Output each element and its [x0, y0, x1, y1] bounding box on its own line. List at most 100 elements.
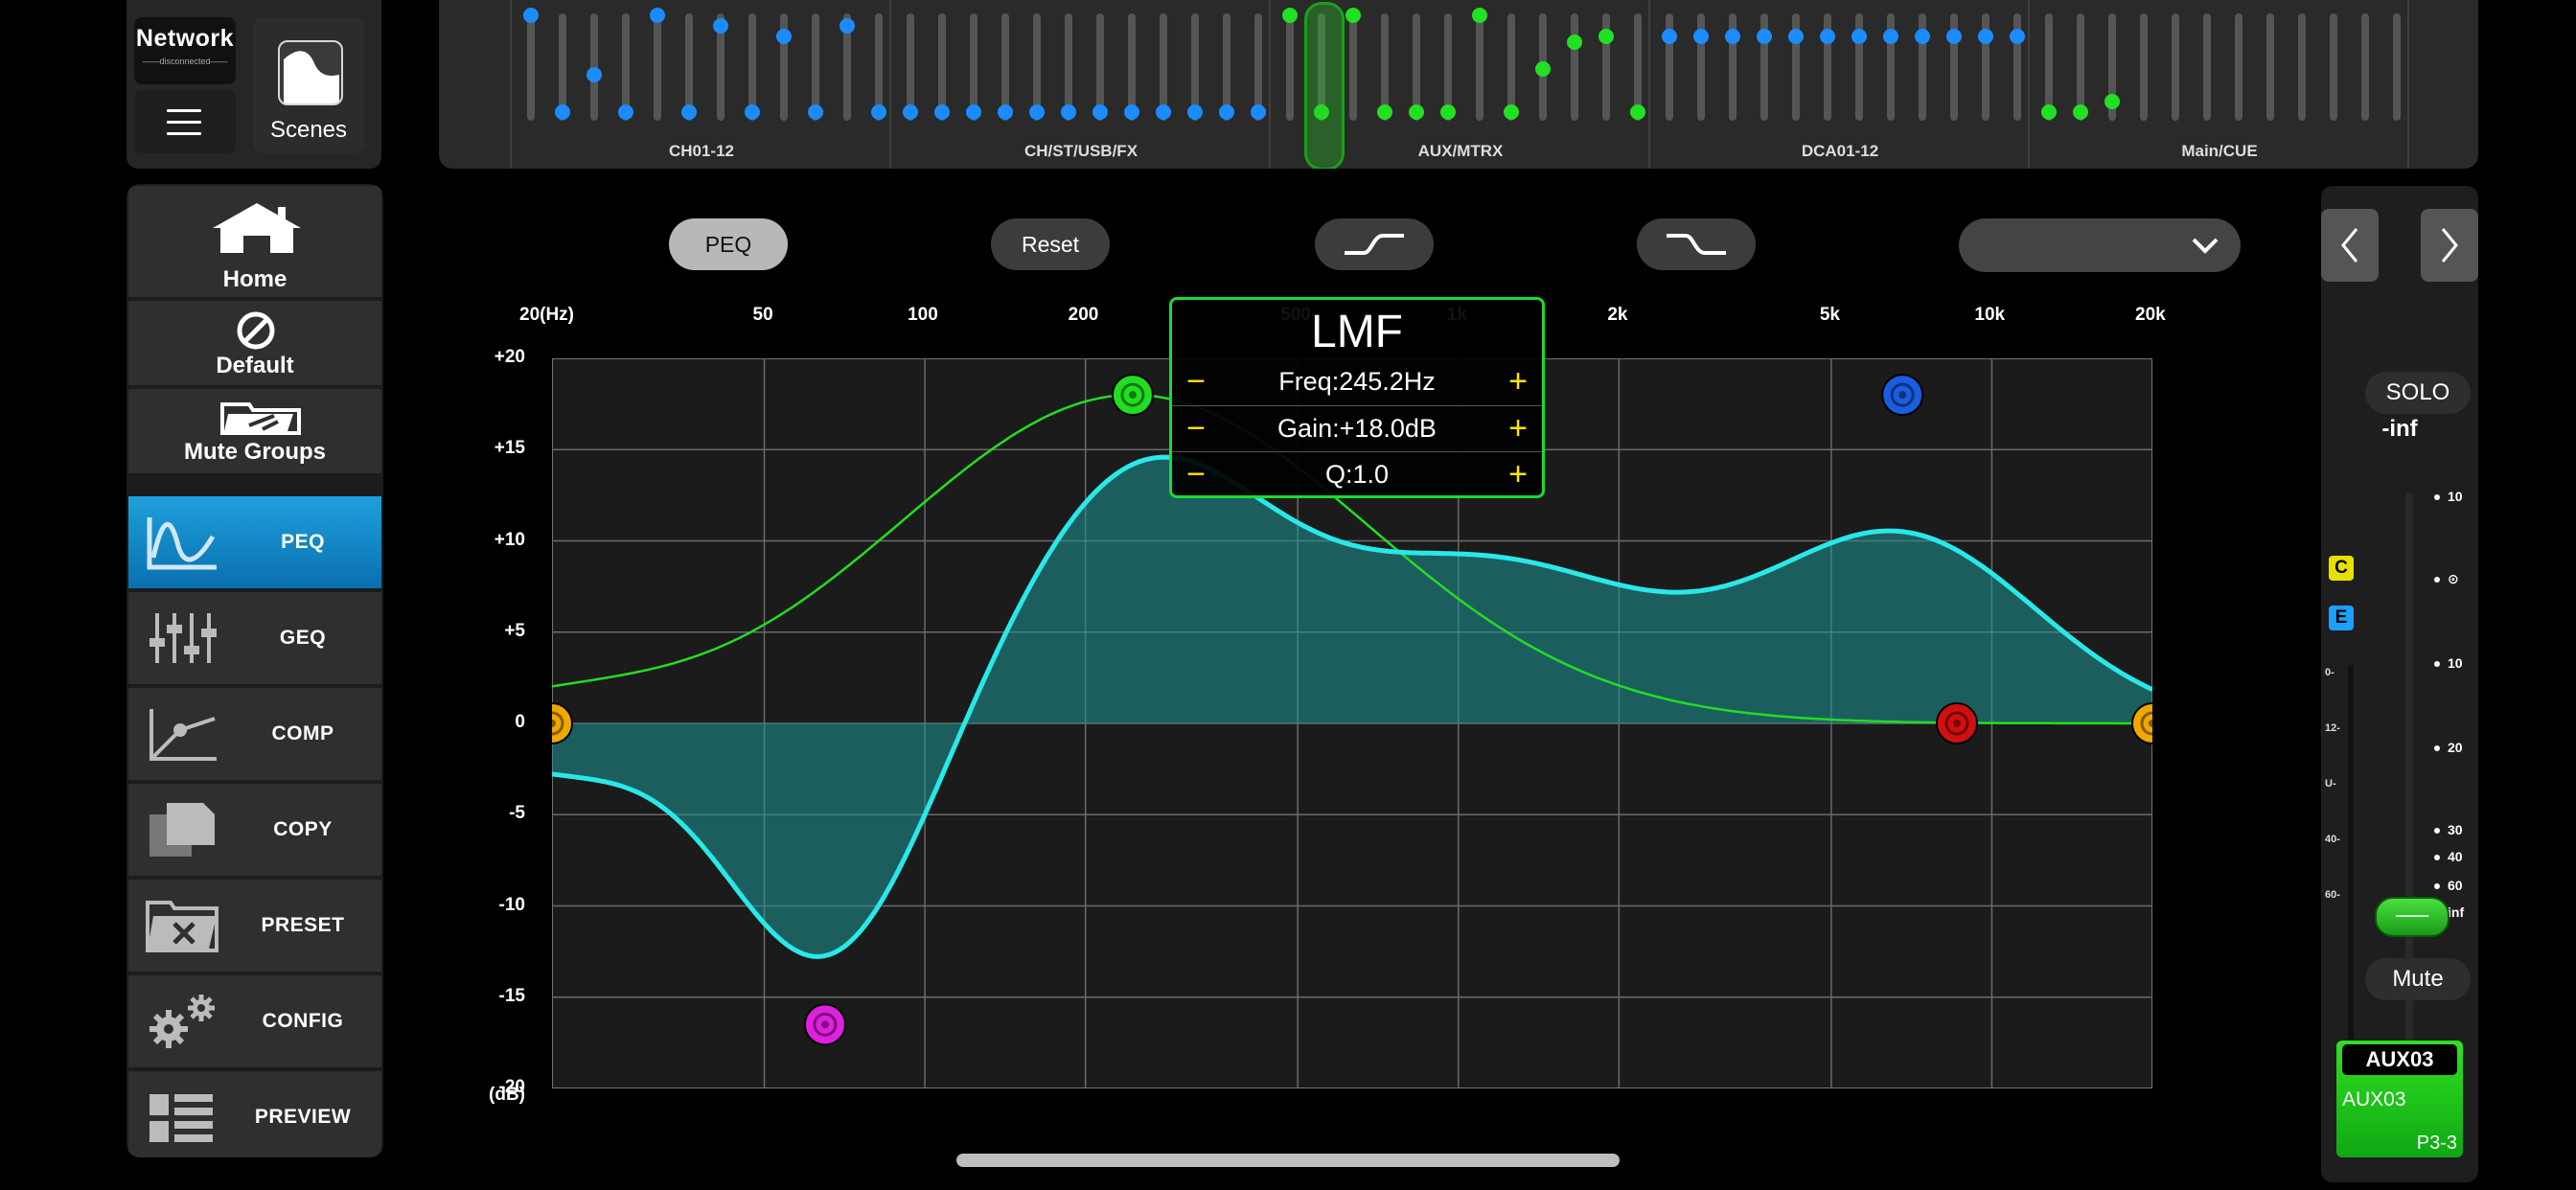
solo-button[interactable]: SOLO: [2365, 372, 2471, 414]
fader-knob[interactable]: [2375, 897, 2450, 937]
default-button[interactable]: Default: [128, 301, 381, 385]
mini-fader-knob[interactable]: [1156, 103, 1171, 120]
mini-fader-track[interactable]: [1476, 13, 1484, 121]
fader-section-label[interactable]: CH/ST/USB/FX: [956, 142, 1206, 161]
freq-increase-button[interactable]: +: [1504, 365, 1532, 398]
q-increase-button[interactable]: +: [1504, 458, 1532, 491]
nav-item-comp[interactable]: COMP: [128, 688, 381, 780]
mini-fader-knob[interactable]: [1282, 8, 1298, 23]
mini-fader-knob[interactable]: [1346, 8, 1361, 23]
mini-fader-knob[interactable]: [586, 66, 602, 82]
mini-fader-track[interactable]: [2298, 13, 2306, 121]
mini-fader-knob[interactable]: [2041, 103, 2057, 120]
mini-fader-knob[interactable]: [1124, 103, 1139, 120]
mini-fader-track[interactable]: [1286, 13, 1294, 121]
mini-fader-knob[interactable]: [1535, 61, 1551, 77]
fader-section-label[interactable]: CH01-12: [577, 142, 826, 161]
mini-fader-knob[interactable]: [1725, 29, 1740, 45]
gain-decrease-button[interactable]: −: [1182, 412, 1210, 445]
mini-fader-knob[interactable]: [555, 103, 570, 120]
mini-fader-knob[interactable]: [1788, 29, 1804, 45]
mini-fader-track[interactable]: [527, 13, 535, 121]
e-badge[interactable]: E: [2329, 606, 2354, 630]
mini-fader-knob[interactable]: [1251, 103, 1266, 120]
mini-fader-knob[interactable]: [1883, 29, 1898, 45]
mute-button[interactable]: Mute: [2365, 958, 2471, 1000]
mini-fader-knob[interactable]: [713, 18, 728, 34]
mini-fader-knob[interactable]: [1219, 103, 1234, 120]
mini-fader-track[interactable]: [654, 13, 661, 121]
mini-fader-knob[interactable]: [840, 18, 855, 34]
mini-fader-track[interactable]: [2361, 13, 2369, 121]
mini-fader-knob[interactable]: [1630, 103, 1645, 120]
mini-fader-knob[interactable]: [903, 103, 918, 120]
mini-fader-track[interactable]: [1349, 13, 1357, 121]
selected-fader-highlight[interactable]: [1304, 2, 1345, 169]
mini-fader-knob[interactable]: [1852, 29, 1867, 45]
home-indicator[interactable]: [956, 1154, 1620, 1167]
fader-section-label[interactable]: DCA01-12: [1715, 142, 1965, 161]
fader-overview-strip[interactable]: CH01-12 CH/ST/USB/FX AUX/MTRX DCA01-12 Main/…: [439, 0, 2478, 169]
c-badge[interactable]: C: [2329, 556, 2354, 581]
home-button[interactable]: Home: [128, 186, 381, 297]
mini-fader-track[interactable]: [2235, 13, 2242, 121]
mini-fader-track[interactable]: [2266, 13, 2274, 121]
mini-fader-track[interactable]: [2172, 13, 2179, 121]
mini-fader-knob[interactable]: [2104, 93, 2120, 109]
mini-fader-knob[interactable]: [1377, 103, 1392, 120]
mini-fader-knob[interactable]: [1092, 103, 1108, 120]
nav-item-config[interactable]: CONFIG: [128, 975, 381, 1067]
mini-fader-knob[interactable]: [2010, 29, 2025, 45]
fader-section-label[interactable]: AUX/MTRX: [1336, 142, 1585, 161]
nav-item-preview[interactable]: PREVIEW: [128, 1071, 381, 1157]
next-channel-button[interactable]: [2421, 209, 2478, 282]
mini-fader-knob[interactable]: [1029, 103, 1045, 120]
mini-fader-knob[interactable]: [1978, 29, 1993, 45]
mini-fader-knob[interactable]: [745, 103, 760, 120]
q-decrease-button[interactable]: −: [1182, 458, 1210, 491]
mini-fader-knob[interactable]: [1757, 29, 1772, 45]
mini-fader-knob[interactable]: [998, 103, 1013, 120]
high-shelf-button[interactable]: [1637, 218, 1756, 270]
mini-fader-knob[interactable]: [1061, 103, 1076, 120]
mini-fader-knob[interactable]: [1946, 29, 1962, 45]
scenes-button[interactable]: Scenes: [253, 17, 364, 153]
mini-fader-knob[interactable]: [618, 103, 633, 120]
mini-fader-track[interactable]: [2203, 13, 2211, 121]
mini-fader-knob[interactable]: [681, 103, 697, 120]
mini-fader-knob[interactable]: [1187, 103, 1203, 120]
mini-fader-knob[interactable]: [2073, 103, 2088, 120]
reset-button[interactable]: Reset: [991, 218, 1110, 270]
mini-fader-track[interactable]: [2393, 13, 2401, 121]
mini-fader-knob[interactable]: [1693, 29, 1709, 45]
nav-item-copy[interactable]: COPY: [128, 784, 381, 876]
mini-fader-knob[interactable]: [1504, 103, 1519, 120]
nav-item-preset[interactable]: PRESET: [128, 880, 381, 972]
mini-fader-knob[interactable]: [1820, 29, 1835, 45]
freq-decrease-button[interactable]: −: [1182, 365, 1210, 398]
fader-track[interactable]: [2405, 492, 2413, 1111]
mini-fader-knob[interactable]: [1472, 8, 1487, 23]
mute-groups-button[interactable]: Mute Groups: [128, 389, 381, 473]
peq-toggle-button[interactable]: PEQ: [669, 218, 788, 270]
fader-section-label[interactable]: Main/CUE: [2095, 142, 2344, 161]
mini-fader-knob[interactable]: [1662, 29, 1677, 45]
low-shelf-button[interactable]: [1315, 218, 1434, 270]
previous-channel-button[interactable]: [2321, 209, 2379, 282]
eq-preset-dropdown[interactable]: [1959, 218, 2241, 272]
mini-fader-knob[interactable]: [1598, 29, 1614, 45]
mini-fader-knob[interactable]: [934, 103, 950, 120]
mini-fader-knob[interactable]: [1915, 29, 1930, 45]
nav-item-geq[interactable]: GEQ: [128, 592, 381, 684]
network-button[interactable]: Network ——disconnected——: [134, 17, 236, 84]
mini-fader-knob[interactable]: [776, 29, 792, 45]
mini-fader-track[interactable]: [2140, 13, 2148, 121]
mini-fader-knob[interactable]: [871, 103, 886, 120]
mini-fader-knob[interactable]: [1409, 103, 1424, 120]
mini-fader-knob[interactable]: [523, 8, 539, 23]
mini-fader-knob[interactable]: [1567, 34, 1582, 50]
mini-fader-knob[interactable]: [1440, 103, 1456, 120]
mini-fader-knob[interactable]: [966, 103, 981, 120]
mini-fader-track[interactable]: [1571, 13, 1578, 121]
mini-fader-track[interactable]: [2330, 13, 2337, 121]
